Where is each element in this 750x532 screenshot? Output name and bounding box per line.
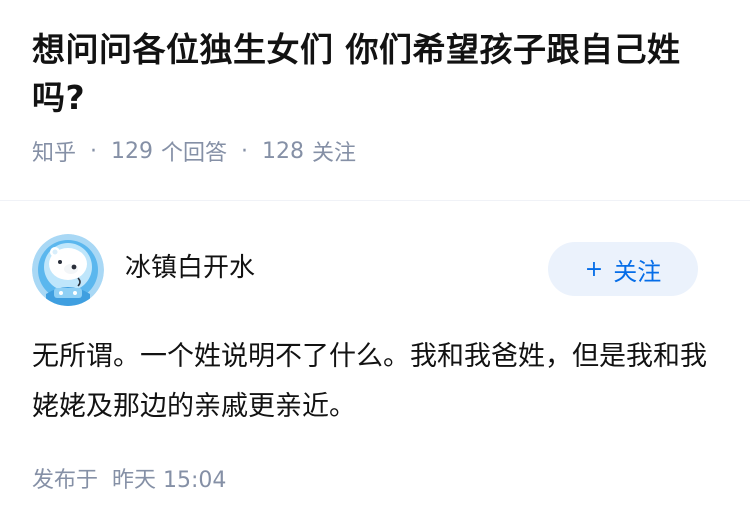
answer-text: 无所谓。一个姓说明不了什么。我和我爸姓，但是我和我姥姥及那边的亲戚更亲近。 [32,341,707,422]
published-time: 昨天 15:04 [112,468,227,493]
followers-label: 关注 [312,141,357,166]
author-row: 冰镇白开水 + 关注 [32,234,698,306]
question-meta: 知乎 · 129 个回答 · 128 关注 [32,135,722,167]
publish-info: 发布于 昨天 15:04 [32,465,226,497]
follow-label: 关注 [613,257,662,286]
polar-bear-avatar-icon [32,234,104,306]
meta-separator: · [90,138,98,164]
followers-count: 128 [262,138,305,164]
plus-icon: + [584,256,604,282]
author-name[interactable]: 冰镇白开水 [125,250,255,286]
meta-separator: · [241,138,249,164]
answers-count: 129 [111,138,154,164]
answers-label: 个回答 [161,141,228,166]
follow-button[interactable]: + 关注 [548,242,698,296]
published-label: 发布于 [32,468,99,493]
avatar[interactable] [32,234,104,306]
question-header: 想问问各位独生女们 你们希望孩子跟自己姓吗? 知乎 · 129 个回答 · 12… [32,26,722,166]
question-title[interactable]: 想问问各位独生女们 你们希望孩子跟自己姓吗? [32,26,722,122]
source-label[interactable]: 知乎 [32,135,76,167]
section-divider [0,200,750,201]
